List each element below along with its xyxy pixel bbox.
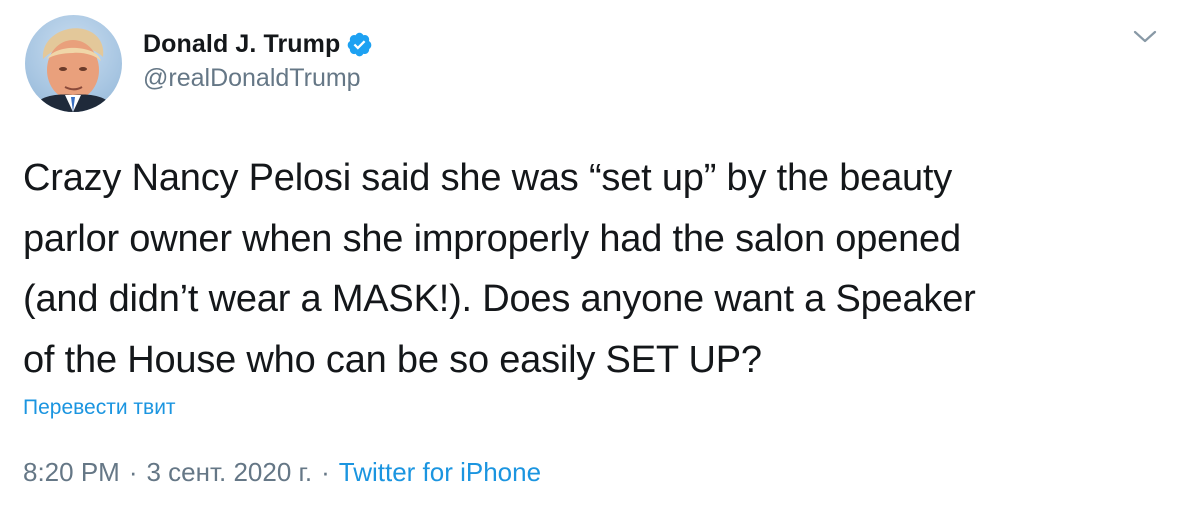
profile-photo-icon [31, 28, 116, 112]
chevron-down-icon[interactable] [1132, 27, 1158, 47]
translate-tweet-link[interactable]: Перевести твит [23, 396, 176, 420]
meta-separator: · [128, 457, 138, 487]
tweet-source-link[interactable]: Twitter for iPhone [339, 457, 541, 488]
tweet-metadata: 8:20 PM · 3 сент. 2020 г. · Twitter for … [23, 457, 541, 488]
meta-separator: · [321, 457, 330, 487]
author-handle[interactable]: @realDonaldTrump [143, 64, 361, 93]
tweet-date[interactable]: 3 сент. 2020 г. [147, 457, 313, 488]
author-display-name[interactable]: Donald J. Trump [143, 30, 340, 59]
verified-badge-icon [346, 31, 373, 58]
tweet-card: Donald J. Trump @realDonaldTrump Crazy N… [0, 0, 1182, 522]
tweet-text: Crazy Nancy Pelosi said she was “set up”… [23, 157, 976, 381]
tweet-time[interactable]: 8:20 PM [23, 457, 120, 488]
avatar[interactable] [25, 15, 122, 112]
author-name-row[interactable]: Donald J. Trump [143, 26, 373, 62]
